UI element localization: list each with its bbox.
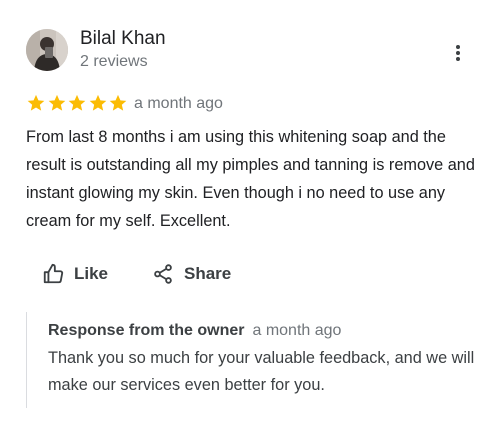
star-icon [47,93,67,113]
star-icon [88,93,108,113]
owner-response-text: Thank you so much for your valuable feed… [48,349,475,394]
owner-response-heading: Response from the owner a month ago [48,321,341,341]
review-text: From last 8 months i am using this white… [26,128,475,230]
like-button[interactable]: Like [42,260,108,288]
more-options-icon[interactable] [448,42,468,64]
owner-response-date: a month ago [252,322,342,339]
review-card: Bilal Khan 2 reviews a month ago From la… [0,0,499,436]
owner-response: Response from the owner a month ago Thank… [26,312,476,408]
share-icon [152,263,174,285]
author-name[interactable]: Bilal Khan [80,28,166,50]
star-icon [26,93,46,113]
thumbs-up-icon [42,263,64,285]
share-label: Share [184,264,232,283]
share-button[interactable]: Share [152,260,231,288]
review-date: a month ago [134,95,223,112]
star-icon [67,93,87,113]
author-review-count: 2 reviews [80,53,148,70]
author-avatar[interactable] [26,29,68,71]
like-label: Like [74,264,109,283]
owner-response-label: Response from the owner [48,322,245,339]
star-icon [108,93,128,113]
star-rating [26,93,129,113]
